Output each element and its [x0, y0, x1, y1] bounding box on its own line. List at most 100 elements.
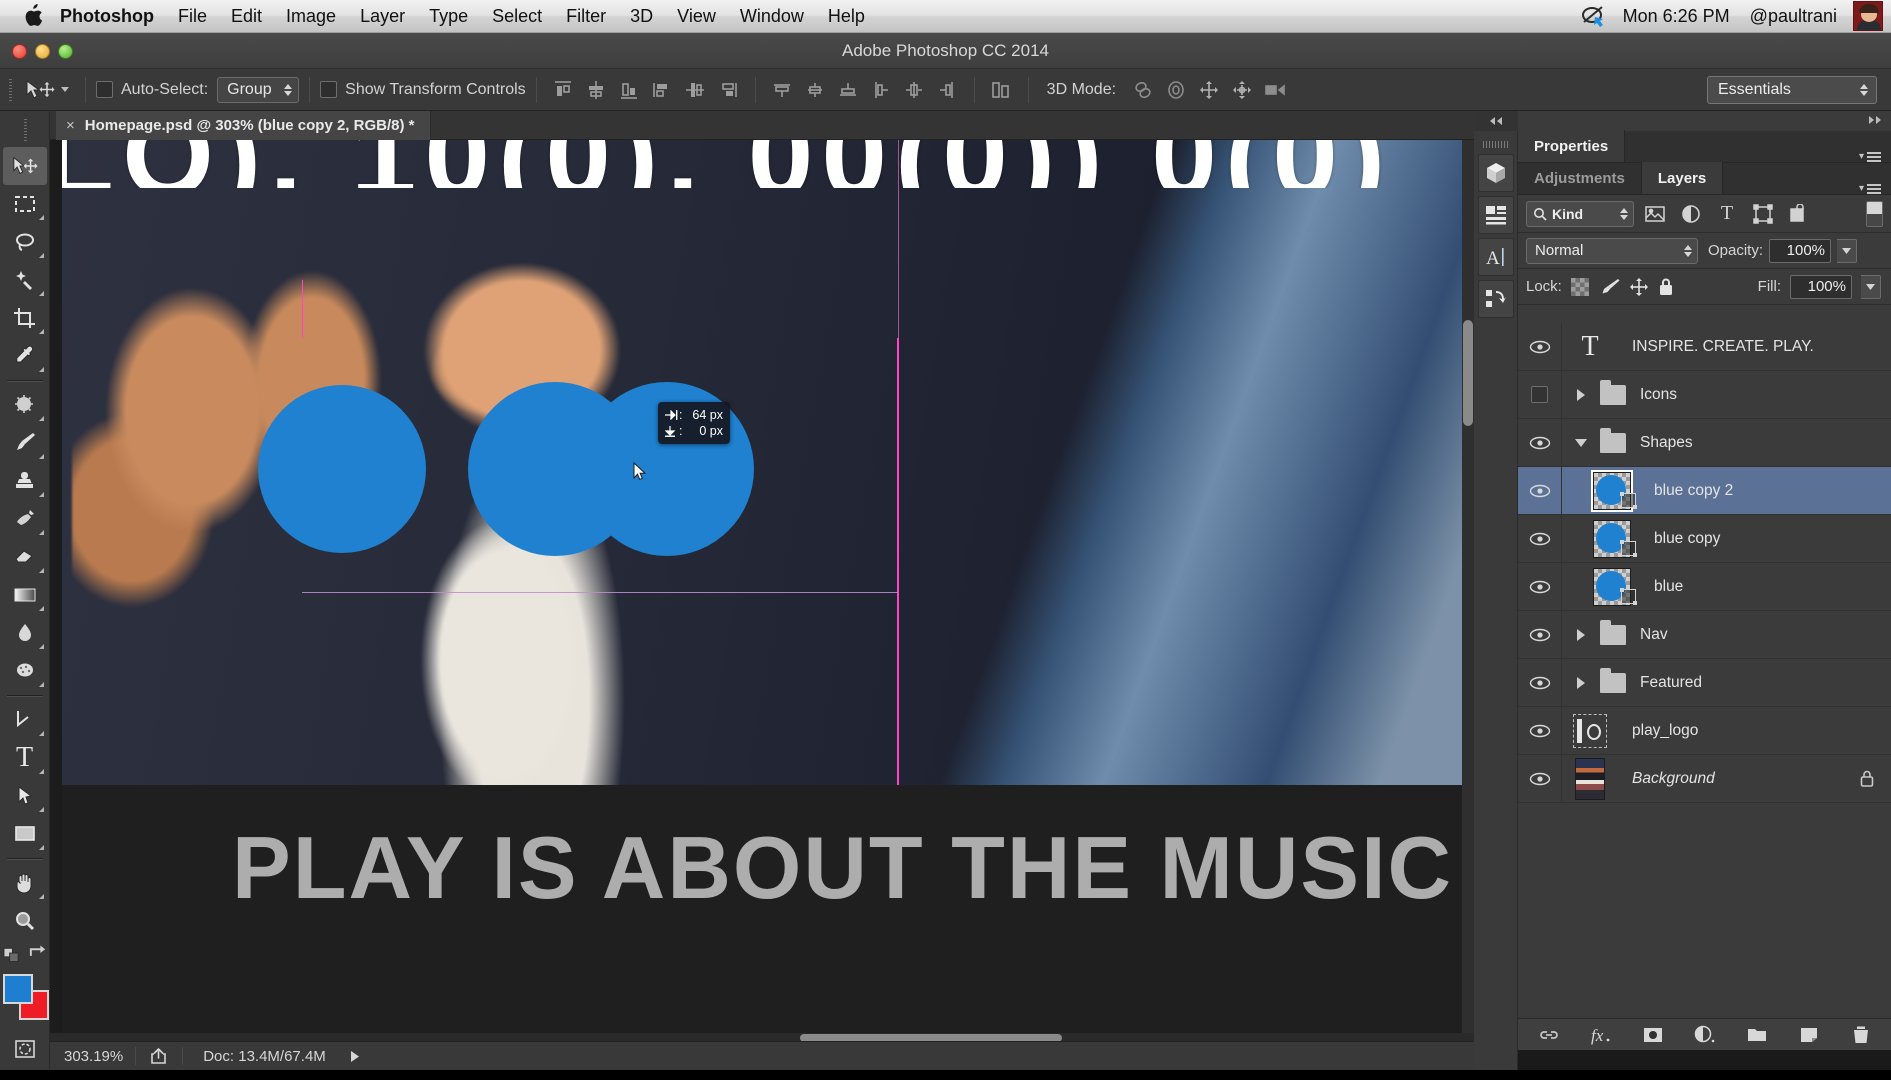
- filter-type-layers-button[interactable]: T: [1712, 201, 1742, 227]
- tool-flyout-icon[interactable]: [39, 807, 44, 812]
- canvas-area[interactable]: LO), 10(0), 00(0)) 0(0) : 64 px :: [50, 140, 1474, 1041]
- fill-slider-caret[interactable]: [1861, 275, 1881, 299]
- filter-shape-layers-button[interactable]: [1748, 201, 1778, 227]
- libraries-panel-icon[interactable]: [1478, 196, 1514, 234]
- chevron-down-icon[interactable]: [61, 87, 69, 92]
- tool-flyout-icon[interactable]: [39, 682, 44, 687]
- menu-item-view[interactable]: View: [665, 0, 728, 33]
- canvas-vertical-scroll-thumb[interactable]: [1463, 320, 1473, 426]
- tool-flyout-icon[interactable]: [39, 454, 44, 459]
- layer-row-blue[interactable]: blue: [1518, 563, 1891, 611]
- tool-flyout-icon[interactable]: [39, 644, 44, 649]
- filter-enable-toggle[interactable]: [1866, 201, 1883, 227]
- add-layer-mask-icon[interactable]: [1640, 1022, 1666, 1048]
- tool-flyout-icon[interactable]: [39, 530, 44, 535]
- foreground-color-swatch[interactable]: [3, 974, 33, 1004]
- distribute-left-edges-button[interactable]: [865, 75, 898, 105]
- zoom-button[interactable]: [58, 44, 73, 59]
- history-brush-tool[interactable]: [3, 500, 47, 538]
- layer-visibility-toggle[interactable]: [1518, 611, 1562, 658]
- layer-visibility-toggle[interactable]: [1518, 419, 1562, 466]
- system-clock[interactable]: Mon 6:26 PM: [1613, 0, 1740, 33]
- distribute-bottom-edges-button[interactable]: [832, 75, 865, 105]
- gradient-tool[interactable]: [3, 576, 47, 614]
- tool-flyout-icon[interactable]: [39, 894, 44, 899]
- filter-pixel-layers-button[interactable]: [1640, 201, 1670, 227]
- lasso-tool[interactable]: [3, 223, 47, 261]
- link-layers-icon[interactable]: [1536, 1022, 1562, 1048]
- tool-flyout-icon[interactable]: [39, 329, 44, 334]
- options-bar-grip[interactable]: [8, 77, 12, 103]
- menu-item-window[interactable]: Window: [728, 0, 816, 33]
- lock-all-button[interactable]: [1658, 277, 1674, 297]
- document-tab[interactable]: × Homepage.psd @ 303% (blue copy 2, RGB/…: [56, 111, 431, 140]
- tool-flyout-icon[interactable]: [39, 845, 44, 850]
- layer-visibility-toggle[interactable]: [1518, 755, 1562, 802]
- menu-item-file[interactable]: File: [166, 0, 219, 33]
- character-panel-icon[interactable]: A: [1478, 238, 1514, 276]
- align-bottom-edges-button[interactable]: [712, 75, 745, 105]
- layer-row-shapes[interactable]: Shapes: [1518, 419, 1891, 467]
- fill-field[interactable]: 100%: [1790, 275, 1852, 299]
- type-tool[interactable]: T: [3, 739, 47, 777]
- edit-in-quick-mask-mode[interactable]: [3, 1030, 47, 1068]
- layer-row-blue-copy-2[interactable]: blue copy 2: [1518, 467, 1891, 515]
- align-top-edges-button[interactable]: [646, 75, 679, 105]
- spot-healing-brush-tool[interactable]: [3, 386, 47, 424]
- tool-flyout-icon[interactable]: [39, 492, 44, 497]
- doc-info[interactable]: Doc: 13.4M/67.4M: [183, 1048, 336, 1065]
- tool-flyout-icon[interactable]: [39, 215, 44, 220]
- tool-flyout-icon[interactable]: [39, 291, 44, 296]
- close-button[interactable]: [12, 44, 27, 59]
- menu-item-photoshop[interactable]: Photoshop: [54, 0, 166, 33]
- layer-visibility-toggle[interactable]: [1518, 563, 1562, 610]
- lock-position-button[interactable]: [1629, 277, 1649, 297]
- clone-stamp-tool[interactable]: [3, 462, 47, 500]
- filter-adjustment-layers-button[interactable]: [1676, 201, 1706, 227]
- layer-name[interactable]: Shapes: [1640, 434, 1693, 452]
- lock-transparent-pixels-button[interactable]: [1571, 278, 1589, 296]
- layer-row-blue-copy[interactable]: blue copy: [1518, 515, 1891, 563]
- tool-flyout-icon[interactable]: [39, 568, 44, 573]
- auto-align-layers-button[interactable]: [985, 75, 1018, 105]
- actions-panel-icon[interactable]: [1478, 280, 1514, 318]
- tool-flyout-icon[interactable]: [39, 769, 44, 774]
- tool-flyout-icon[interactable]: [39, 606, 44, 611]
- new-fill-adjustment-icon[interactable]: [1692, 1022, 1718, 1048]
- layer-row-icons[interactable]: Icons: [1518, 371, 1891, 419]
- group-expand-toggle[interactable]: [1570, 629, 1592, 641]
- distribute-top-edges-button[interactable]: [766, 75, 799, 105]
- layer-row-background[interactable]: Background: [1518, 755, 1891, 803]
- layers-list[interactable]: T INSPIRE. CREATE. PLAY. Icons Shapes: [1518, 323, 1891, 1018]
- layer-row-inspire-create-play[interactable]: T INSPIRE. CREATE. PLAY.: [1518, 323, 1891, 371]
- canvas-vertical-scrollbar[interactable]: [1462, 140, 1474, 1033]
- menu-item-3d[interactable]: 3D: [618, 0, 665, 33]
- group-expand-toggle[interactable]: [1570, 677, 1592, 689]
- layer-name[interactable]: INSPIRE. CREATE. PLAY.: [1632, 338, 1814, 356]
- layer-name[interactable]: Featured: [1640, 674, 1702, 692]
- panel-menu-icon[interactable]: ▾: [1849, 183, 1891, 194]
- rectangle-tool[interactable]: [3, 815, 47, 853]
- layer-name[interactable]: Background: [1632, 770, 1715, 788]
- menu-item-type[interactable]: Type: [417, 0, 480, 33]
- filter-smart-objects-button[interactable]: [1784, 201, 1814, 227]
- align-left-edges-button[interactable]: [547, 75, 580, 105]
- scale-3d-button[interactable]: [1258, 75, 1291, 105]
- minimize-button[interactable]: [35, 44, 50, 59]
- auto-select-scope-select[interactable]: Group: [217, 77, 299, 103]
- add-layer-style-icon[interactable]: fx: [1588, 1022, 1614, 1048]
- tab-properties[interactable]: Properties: [1518, 130, 1625, 162]
- tool-flyout-icon[interactable]: [39, 731, 44, 736]
- layer-visibility-toggle[interactable]: [1518, 515, 1562, 562]
- layer-visibility-toggle[interactable]: [1518, 707, 1562, 754]
- slide-3d-button[interactable]: [1225, 75, 1258, 105]
- align-horizontal-centers-button[interactable]: [580, 75, 613, 105]
- blur-tool[interactable]: [3, 614, 47, 652]
- screen-share-icon[interactable]: [1579, 3, 1609, 29]
- blend-mode-select[interactable]: Normal: [1526, 238, 1698, 264]
- opacity-field[interactable]: 100%: [1769, 239, 1831, 263]
- panel-collapse-icon[interactable]: [1865, 115, 1885, 125]
- distribute-right-edges-button[interactable]: [931, 75, 964, 105]
- show-transform-controls-checkbox[interactable]: [320, 81, 337, 98]
- user-handle[interactable]: @paultrani: [1740, 0, 1847, 33]
